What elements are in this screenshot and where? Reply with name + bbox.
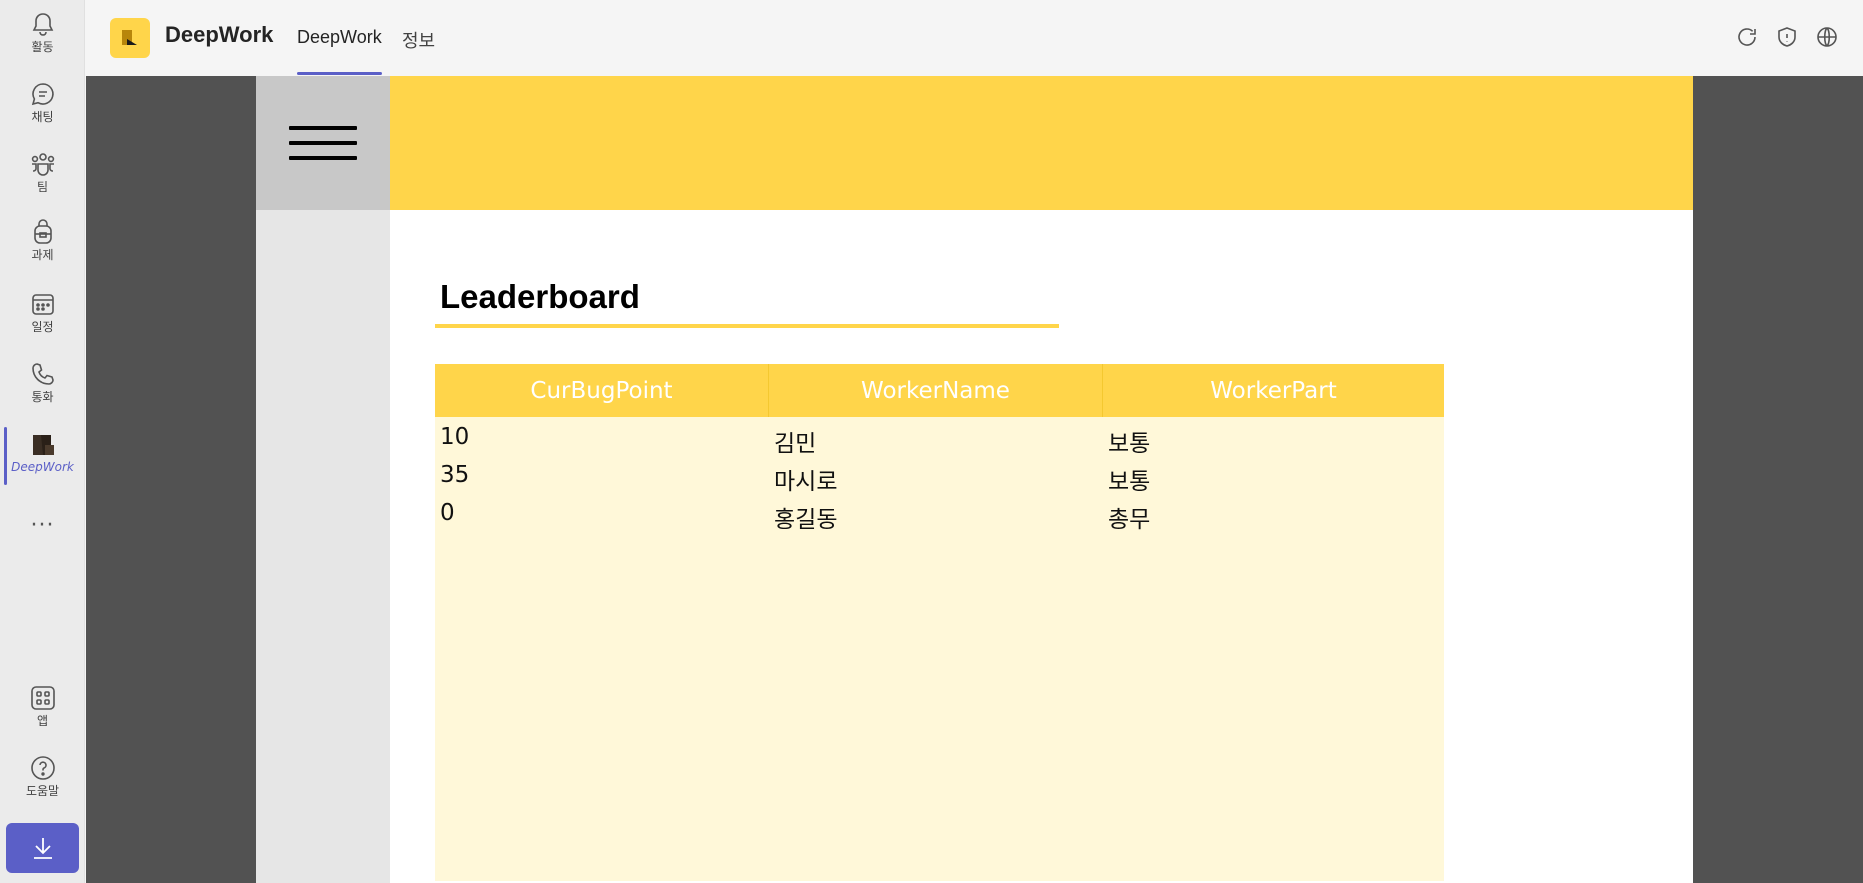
shield-icon[interactable] bbox=[1775, 25, 1799, 49]
deepwork-app-icon bbox=[122, 30, 137, 45]
rail-label: 일정 bbox=[31, 320, 54, 334]
rail-item-assignments[interactable]: 과제 bbox=[0, 218, 85, 278]
chat-icon bbox=[31, 83, 54, 106]
rail-item-activity[interactable]: 활동 bbox=[0, 10, 85, 70]
rail-label: 앱 bbox=[36, 714, 49, 728]
rail-label: 팀 bbox=[36, 180, 49, 194]
app-title: DeepWork bbox=[165, 22, 274, 47]
rail-item-deepwork[interactable]: DeepWork bbox=[0, 430, 85, 490]
rail-label: 도움말 bbox=[25, 784, 60, 798]
hamburger-icon bbox=[289, 115, 357, 171]
bell-icon bbox=[32, 13, 53, 36]
tab-deepwork[interactable]: DeepWork bbox=[297, 27, 382, 75]
rail-label: 채팅 bbox=[31, 110, 54, 124]
more-apps-button[interactable]: ··· bbox=[0, 510, 85, 540]
column-header-workerpart[interactable]: WorkerPart bbox=[1103, 364, 1444, 417]
help-icon bbox=[30, 756, 55, 780]
leaderboard-table: CurBugPoint WorkerName WorkerPart 10 김민 … bbox=[435, 364, 1444, 881]
hamburger-menu-button[interactable] bbox=[256, 76, 390, 210]
column-header-workername[interactable]: WorkerName bbox=[769, 364, 1103, 417]
cell-workername: 홍길동 bbox=[774, 507, 838, 533]
cell-workername: 김민 bbox=[774, 431, 817, 457]
cell-workerpart: 총무 bbox=[1108, 507, 1151, 533]
download-button[interactable] bbox=[6, 823, 79, 873]
tab-label: DeepWork bbox=[297, 27, 382, 47]
title-underline bbox=[435, 324, 1059, 328]
tab-info[interactable]: 정보 bbox=[402, 27, 435, 75]
rail-label: 통화 bbox=[31, 390, 54, 404]
rail-item-help[interactable]: 도움말 bbox=[0, 754, 85, 814]
backpack-icon bbox=[33, 219, 52, 244]
app-header: DeepWork DeepWork 정보 bbox=[86, 0, 1863, 76]
cell-workerpart: 보통 bbox=[1108, 469, 1151, 495]
rail-item-chat[interactable]: 채팅 bbox=[0, 80, 85, 140]
globe-icon[interactable] bbox=[1815, 25, 1839, 49]
column-header-curbugpoint[interactable]: CurBugPoint bbox=[435, 364, 769, 417]
cell-workername: 마시로 bbox=[774, 469, 838, 495]
header-banner bbox=[390, 76, 1693, 210]
cell-curbugpoint: 35 bbox=[440, 462, 470, 488]
tab-label: 정보 bbox=[402, 31, 436, 51]
rail-label: 활동 bbox=[31, 40, 54, 54]
active-tab-underline bbox=[297, 72, 382, 75]
rail-item-teams[interactable]: 팀 bbox=[0, 150, 85, 210]
refresh-icon[interactable] bbox=[1735, 25, 1759, 49]
deepwork-app-icon bbox=[32, 435, 54, 455]
download-icon bbox=[33, 838, 52, 859]
app-rail: 활동 채팅 팀 과제 일정 통화 DeepWork ··· 앱 도움말 bbox=[0, 0, 85, 883]
rail-item-calls[interactable]: 통화 bbox=[0, 360, 85, 420]
cell-curbugpoint: 10 bbox=[440, 424, 470, 450]
cell-curbugpoint: 0 bbox=[440, 500, 455, 526]
table-header: CurBugPoint WorkerName WorkerPart bbox=[435, 364, 1444, 417]
deepwork-logo bbox=[110, 18, 150, 58]
teams-icon bbox=[31, 153, 54, 176]
apps-grid-icon bbox=[30, 686, 55, 710]
rail-item-apps[interactable]: 앱 bbox=[0, 684, 85, 744]
tab-content-area: Leaderboard CurBugPoint WorkerName Worke… bbox=[86, 76, 1863, 883]
app-frame: Leaderboard CurBugPoint WorkerName Worke… bbox=[256, 76, 1693, 883]
rail-item-calendar[interactable]: 일정 bbox=[0, 290, 85, 350]
rail-label: 과제 bbox=[31, 248, 54, 262]
page-title: Leaderboard bbox=[440, 278, 640, 315]
cell-workerpart: 보통 bbox=[1108, 431, 1151, 457]
phone-icon bbox=[31, 363, 54, 385]
calendar-icon bbox=[31, 294, 54, 315]
rail-label: DeepWork bbox=[11, 460, 74, 474]
